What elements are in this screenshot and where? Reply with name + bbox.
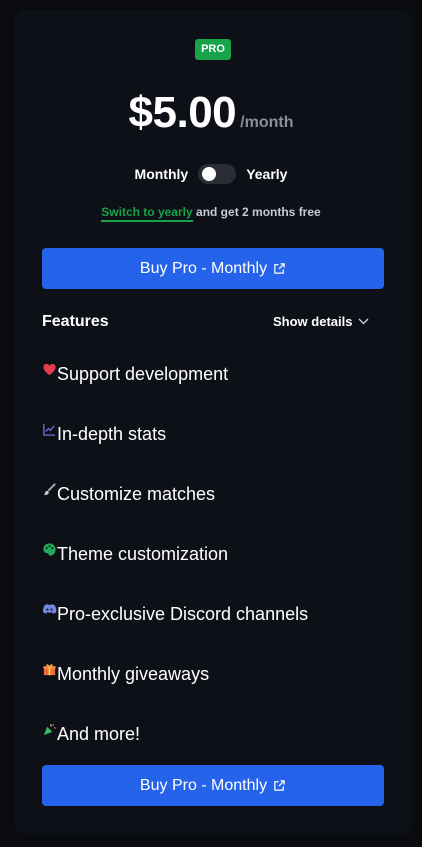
gift-icon (42, 662, 57, 677)
feature-label: Support development (57, 364, 229, 384)
feature-label: Theme customization (57, 544, 229, 564)
discord-icon (42, 602, 57, 617)
switch-knob (202, 167, 217, 181)
billing-switch[interactable] (198, 164, 237, 184)
pro-badge: PRO (195, 39, 231, 60)
feature-label: In-depth stats (57, 424, 167, 444)
feature-label: Pro-exclusive Discord channels (57, 604, 309, 624)
feature-label: Customize matches (57, 484, 216, 504)
show-details-label: Show details (273, 314, 353, 329)
buy-button-label: Buy Pro - Monthly (139, 259, 268, 277)
feature-item: Pro-exclusive Discord channels (42, 604, 308, 628)
feature-label: And more! (57, 724, 141, 744)
palette-icon (42, 542, 57, 557)
yearly-promo: Switch to yearly and get 2 months free (0, 205, 422, 222)
billing-toggle: Monthly Yearly (0, 162, 422, 186)
feature-label: Monthly giveaways (57, 664, 210, 684)
show-details-toggle[interactable]: Show details (273, 314, 369, 329)
switch-to-yearly-link[interactable]: Switch to yearly (101, 205, 193, 222)
promo-text: and get 2 months free (196, 205, 321, 219)
feature-item: Customize matches (42, 482, 216, 508)
feature-item: Theme customization (42, 542, 229, 568)
feature-item: And more! (42, 722, 141, 748)
monthly-label[interactable]: Monthly (135, 166, 189, 182)
features-heading: Features (42, 313, 109, 330)
price-display: $5.00/month (0, 88, 422, 138)
heart-icon (42, 362, 57, 377)
feature-item: Support development (42, 362, 229, 388)
yearly-label[interactable]: Yearly (246, 166, 287, 182)
feature-item: Monthly giveaways (42, 664, 209, 688)
feature-item: In-depth stats (42, 422, 167, 448)
buy-button-label: Buy Pro - Monthly (139, 776, 268, 794)
external-link-icon (273, 262, 286, 275)
buy-pro-monthly-button-top[interactable]: Buy Pro - Monthly (42, 248, 384, 289)
chevron-down-icon (358, 318, 369, 325)
external-link-icon (273, 779, 286, 792)
buy-pro-monthly-button-bottom[interactable]: Buy Pro - Monthly (42, 765, 384, 806)
chart-icon (42, 422, 57, 437)
party-popper-icon (42, 722, 57, 737)
price-amount: $5.00 (128, 88, 237, 137)
brush-icon (42, 482, 57, 497)
price-period: /month (240, 114, 294, 131)
